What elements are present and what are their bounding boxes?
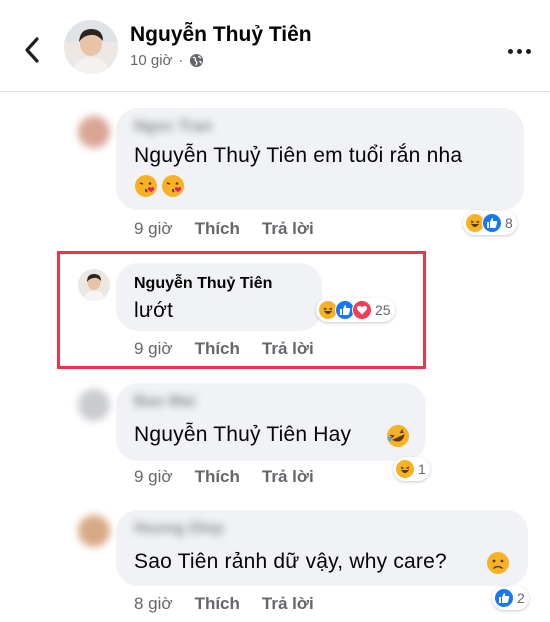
page-title[interactable]: Nguyễn Thuỷ Tiên (130, 23, 312, 47)
post-time[interactable]: 10 giờ (130, 52, 172, 69)
avatar[interactable] (78, 515, 110, 547)
like-button[interactable]: Thích (195, 594, 240, 614)
avatar[interactable] (78, 389, 110, 421)
comment-emojis (134, 174, 185, 198)
frowning-face-icon (487, 552, 509, 574)
comment-time[interactable]: 9 giờ (134, 339, 173, 359)
like-button[interactable]: Thích (195, 219, 240, 239)
comment-text: lướt (134, 299, 174, 322)
comment-time[interactable]: 9 giờ (134, 467, 173, 487)
reaction-count: 1 (418, 461, 426, 477)
comment-text: Nguyễn Thuỷ Tiên Hay (134, 423, 352, 446)
comment-text: Sao Tiên rảnh dữ vậy, why care? (134, 550, 447, 573)
reaction-summary[interactable]: 25 (316, 298, 395, 322)
rolling-laughing-icon (387, 425, 409, 447)
more-options-button[interactable] (506, 38, 532, 64)
haha-reaction-icon (395, 459, 415, 479)
comment-bubble[interactable]: Ngoc Tran Nguyễn Thuỷ Tiên em tuổi rắn n… (116, 108, 524, 210)
reply-button[interactable]: Trả lời (262, 594, 314, 614)
post-meta: 10 giờ · (130, 52, 204, 69)
more-dot-icon (507, 48, 513, 54)
post-header: Nguyễn Thuỷ Tiên 10 giờ · (0, 0, 550, 92)
comment-time[interactable]: 9 giờ (134, 219, 173, 239)
comment-actions: 9 giờ Thích Trả lời (134, 339, 314, 359)
comment-author[interactable]: Bao Mai (134, 393, 195, 411)
comment-author[interactable]: Huong Diep (134, 520, 224, 538)
kissing-face-icon (162, 175, 184, 197)
chevron-left-icon (25, 37, 39, 63)
reaction-count: 25 (375, 302, 391, 318)
reaction-summary[interactable]: 2 (492, 586, 529, 610)
avatar[interactable] (78, 269, 110, 301)
comment-text: Nguyễn Thuỷ Tiên em tuổi rắn nha (134, 144, 463, 167)
comment-bubble[interactable]: Nguyễn Thuỷ Tiên lướt (116, 263, 322, 331)
reaction-count: 8 (505, 215, 513, 231)
comment-author[interactable]: Ngoc Tran (134, 118, 212, 136)
like-button[interactable]: Thích (195, 467, 240, 487)
love-reaction-icon (352, 300, 372, 320)
like-button[interactable]: Thích (195, 339, 240, 359)
reaction-count: 2 (517, 590, 525, 606)
comment-actions: 9 giờ Thích Trả lời (134, 219, 314, 239)
reply-button[interactable]: Trả lời (262, 219, 314, 239)
back-button[interactable] (18, 36, 46, 64)
avatar[interactable] (78, 116, 110, 148)
meta-separator: · (178, 52, 184, 69)
comment-actions: 9 giờ Thích Trả lời (134, 467, 314, 487)
kissing-face-icon (135, 175, 157, 197)
reaction-summary[interactable]: 1 (393, 457, 430, 481)
comment-time[interactable]: 8 giờ (134, 594, 173, 614)
like-reaction-icon (494, 588, 514, 608)
comment-author[interactable]: Nguyễn Thuỷ Tiên (134, 275, 272, 293)
reply-button[interactable]: Trả lời (262, 339, 314, 359)
reply-button[interactable]: Trả lời (262, 467, 314, 487)
avatar[interactable] (64, 20, 118, 74)
reaction-summary[interactable]: 8 (463, 211, 517, 235)
like-reaction-icon (482, 213, 502, 233)
globe-icon (190, 53, 204, 68)
comment-actions: 8 giờ Thích Trả lời (134, 594, 314, 614)
comment-bubble[interactable]: Huong Diep Sao Tiên rảnh dữ vậy, why car… (116, 510, 528, 586)
comment-bubble[interactable]: Bao Mai Nguyễn Thuỷ Tiên Hay (116, 383, 426, 461)
